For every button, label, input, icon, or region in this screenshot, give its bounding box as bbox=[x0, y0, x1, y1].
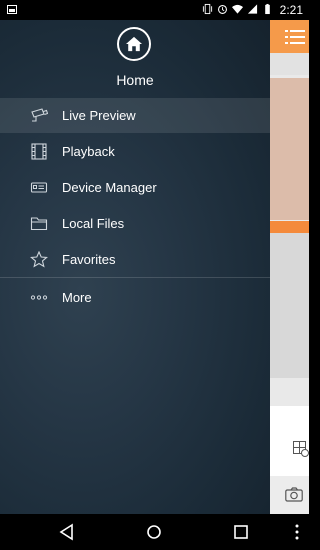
vibrate-icon bbox=[202, 3, 213, 15]
device-icon bbox=[30, 182, 48, 193]
camera-icon[interactable] bbox=[285, 487, 303, 503]
back-icon[interactable] bbox=[58, 523, 76, 541]
menu-item-label: Local Files bbox=[62, 216, 125, 231]
clock-time: 2:21 bbox=[279, 3, 303, 17]
overflow-icon[interactable] bbox=[288, 523, 306, 541]
alarm-icon bbox=[218, 4, 227, 14]
list-menu-icon[interactable] bbox=[285, 29, 305, 45]
control-panel bbox=[270, 406, 309, 476]
image-icon bbox=[7, 5, 17, 14]
menu-item-label: Playback bbox=[62, 144, 115, 159]
layout-icon[interactable] bbox=[293, 441, 309, 457]
status-bar: 2:21 bbox=[0, 0, 309, 20]
menu-item-more[interactable]: More bbox=[0, 280, 270, 315]
drawer-title[interactable]: Home bbox=[0, 72, 270, 88]
signal-icon bbox=[247, 4, 258, 14]
menu-item-favorites[interactable]: Favorites bbox=[0, 242, 270, 277]
star-icon bbox=[30, 251, 48, 268]
menu-item-label: Favorites bbox=[62, 252, 116, 267]
home-icon bbox=[126, 36, 142, 52]
status-icons bbox=[202, 3, 273, 15]
bottom-toolbar bbox=[270, 476, 309, 514]
selection-bar bbox=[270, 221, 309, 233]
cctv-camera-icon bbox=[31, 108, 48, 122]
menu-item-label: Live Preview bbox=[62, 108, 136, 123]
more-icon bbox=[30, 295, 48, 300]
video-pane[interactable] bbox=[270, 233, 309, 378]
home-circle-icon[interactable] bbox=[145, 523, 163, 541]
home-button[interactable] bbox=[117, 27, 151, 61]
menu-divider bbox=[0, 277, 270, 278]
recents-icon[interactable] bbox=[232, 523, 250, 541]
menu-item-label: Device Manager bbox=[62, 180, 157, 195]
folder-icon bbox=[30, 217, 48, 231]
menu-item-label: More bbox=[62, 290, 92, 305]
background-app-strip bbox=[270, 20, 309, 514]
navigation-drawer: Home Live Preview Playback Device Manage… bbox=[0, 20, 270, 514]
film-icon bbox=[31, 143, 47, 160]
menu-item-live-preview[interactable]: Live Preview bbox=[0, 98, 270, 133]
menu-item-local-files[interactable]: Local Files bbox=[0, 206, 270, 241]
app-header-bar[interactable] bbox=[270, 20, 309, 53]
battery-icon bbox=[265, 3, 270, 15]
menu-item-playback[interactable]: Playback bbox=[0, 134, 270, 169]
video-preview[interactable] bbox=[270, 78, 309, 220]
app-toolbar bbox=[270, 53, 309, 75]
menu-item-device-manager[interactable]: Device Manager bbox=[0, 170, 270, 205]
wifi-icon bbox=[232, 4, 243, 14]
navigation-bar bbox=[0, 514, 309, 550]
